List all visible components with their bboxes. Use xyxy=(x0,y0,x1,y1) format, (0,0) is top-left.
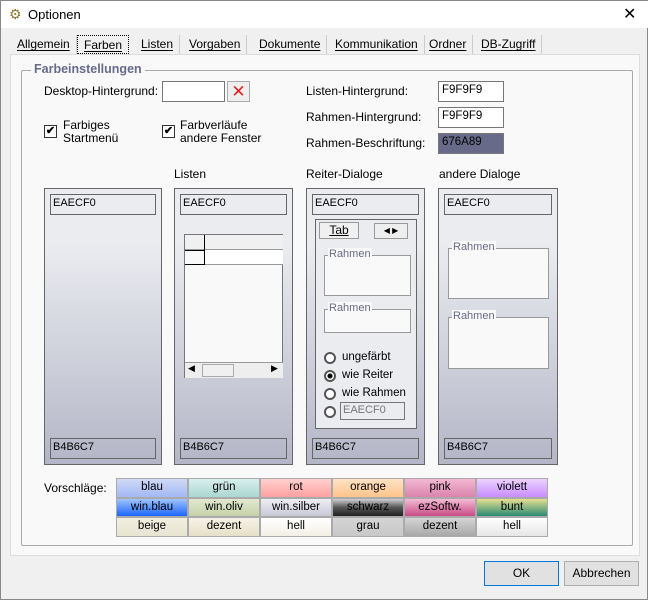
suggestion-dezent[interactable]: dezent xyxy=(188,517,260,537)
tab-vorgaben[interactable]: Vorgaben xyxy=(183,35,248,54)
suggestion-dezent[interactable]: dezent xyxy=(404,517,476,537)
list-bg-field[interactable]: F9F9F9 xyxy=(438,81,504,102)
tab-listen[interactable]: Listen xyxy=(135,35,181,54)
suggestion-winsilber[interactable]: win.silber xyxy=(260,497,332,517)
scroll-right-icon[interactable]: ▶ xyxy=(271,363,278,374)
tab-dokumente[interactable]: Dokumente xyxy=(253,35,328,54)
tab-allgemein[interactable]: Allgemein xyxy=(11,35,77,54)
title-bar: ⚙ Optionen ✕ xyxy=(1,1,648,28)
desktop-bg-field[interactable] xyxy=(162,81,225,102)
radio-uncolored[interactable] xyxy=(324,352,336,364)
clear-desktop-bg-button[interactable]: ✕ xyxy=(227,81,250,102)
suggestion-grau[interactable]: grau xyxy=(332,517,404,537)
desktop-preview: EAECF0 B4B6C7 xyxy=(44,188,162,465)
other-dialogs-preview: EAECF0 Rahmen Rahmen B4B6C7 xyxy=(438,188,558,465)
other-frame-1: Rahmen xyxy=(448,241,549,299)
radio-like-frame[interactable] xyxy=(324,388,336,400)
radio-like-tab-label: wie Reiter xyxy=(342,369,394,381)
suggestion-hell[interactable]: hell xyxy=(476,517,548,537)
gradients-checkbox[interactable]: ✔ xyxy=(162,125,175,138)
tab-preview: Tab ◀ ▶ Rahmen Rahmen ungefärbt wie Reit… xyxy=(315,219,417,429)
suggestion-bunt[interactable]: bunt xyxy=(476,497,548,517)
colored-startmenu-label: Farbiges Startmenü xyxy=(63,118,119,145)
colored-startmenu-checkbox[interactable]: ✔ xyxy=(44,125,57,138)
x-icon: ✕ xyxy=(231,82,246,101)
suggestions-label: Vorschläge: xyxy=(44,481,107,495)
suggestion-hell[interactable]: hell xyxy=(260,517,332,537)
suggestion-violett[interactable]: violett xyxy=(476,478,548,498)
custom-color-field[interactable]: EAECF0 xyxy=(340,402,405,420)
lists-heading: Listen xyxy=(174,167,207,181)
suggestion-rot[interactable]: rot xyxy=(260,478,332,498)
frame-bg-label: Rahmen-Hintergrund: xyxy=(306,110,422,124)
suggestion-winblau[interactable]: win.blau xyxy=(116,497,188,517)
tab-dialogs-heading: Reiter-Dialoge xyxy=(306,167,383,181)
horizontal-scrollbar[interactable]: ◀ ▶ xyxy=(185,362,283,378)
tab-db-zugriff[interactable]: DB-Zugriff xyxy=(475,35,543,54)
desktop-top-color[interactable]: EAECF0 xyxy=(50,194,156,215)
suggestion-beige[interactable]: beige xyxy=(116,517,188,537)
other-dialogs-bottom-color[interactable]: B4B6C7 xyxy=(444,438,552,459)
desktop-bottom-color[interactable]: B4B6C7 xyxy=(50,438,156,459)
lists-top-color[interactable]: EAECF0 xyxy=(180,194,287,215)
other-frame-2: Rahmen xyxy=(448,310,549,369)
list-preview-grid: ◀ ▶ xyxy=(184,234,283,378)
tab-kommunikation[interactable]: Kommunikation xyxy=(329,35,425,54)
scroll-left-icon[interactable]: ◀ xyxy=(188,363,195,374)
close-icon[interactable]: ✕ xyxy=(623,4,636,24)
other-dialogs-top-color[interactable]: EAECF0 xyxy=(444,194,552,215)
suggestion-blau[interactable]: blau xyxy=(116,478,188,498)
lists-bottom-color[interactable]: B4B6C7 xyxy=(180,438,287,459)
radio-custom[interactable] xyxy=(324,406,336,418)
tab-dialogs-top-color[interactable]: EAECF0 xyxy=(312,194,419,215)
lists-preview: EAECF0 ◀ ▶ B4B6C7 xyxy=(174,188,293,465)
suggestion-schwarz[interactable]: schwarz xyxy=(332,497,404,517)
cancel-button[interactable]: Abbrechen xyxy=(564,561,639,586)
suggestion-grn[interactable]: grün xyxy=(188,478,260,498)
preview-frame-2: Rahmen xyxy=(324,302,411,333)
tab-ordner[interactable]: Ordner xyxy=(423,35,474,54)
preview-frame-1: Rahmen xyxy=(324,248,411,296)
radio-like-frame-label: wie Rahmen xyxy=(342,387,406,399)
frame-caption-field[interactable]: 676A89 xyxy=(438,133,504,154)
suggestion-pink[interactable]: pink xyxy=(404,478,476,498)
desktop-bg-label: Desktop-Hintergrund: xyxy=(44,84,159,98)
tab-farben[interactable]: Farben xyxy=(77,35,130,54)
tab-dialogs-bottom-color[interactable]: B4B6C7 xyxy=(312,438,419,459)
group-title: Farbeinstellungen xyxy=(31,62,145,76)
radio-uncolored-label: ungefärbt xyxy=(342,351,391,363)
frame-bg-field[interactable]: F9F9F9 xyxy=(438,107,504,128)
app-icon: ⚙ xyxy=(9,6,22,22)
suggestion-orange[interactable]: orange xyxy=(332,478,404,498)
other-dialogs-heading: andere Dialoge xyxy=(439,167,521,181)
preview-tab: Tab xyxy=(319,222,359,239)
ok-button[interactable]: OK xyxy=(484,561,559,586)
tab-dialogs-preview: EAECF0 Tab ◀ ▶ Rahmen Rahmen ungefärbt w… xyxy=(306,188,425,465)
gradients-label: Farbverläufe andere Fenster xyxy=(180,118,262,145)
suggestion-ezSoftw[interactable]: ezSoftw. xyxy=(404,497,476,517)
frame-caption-label: Rahmen-Beschriftung: xyxy=(306,136,426,150)
radio-like-tab[interactable] xyxy=(324,370,336,382)
window-title: Optionen xyxy=(28,7,81,22)
suggestion-winoliv[interactable]: win.oliv xyxy=(188,497,260,517)
list-bg-label: Listen-Hintergrund: xyxy=(306,84,409,98)
tab-scroll-arrows: ◀ ▶ xyxy=(374,223,408,239)
